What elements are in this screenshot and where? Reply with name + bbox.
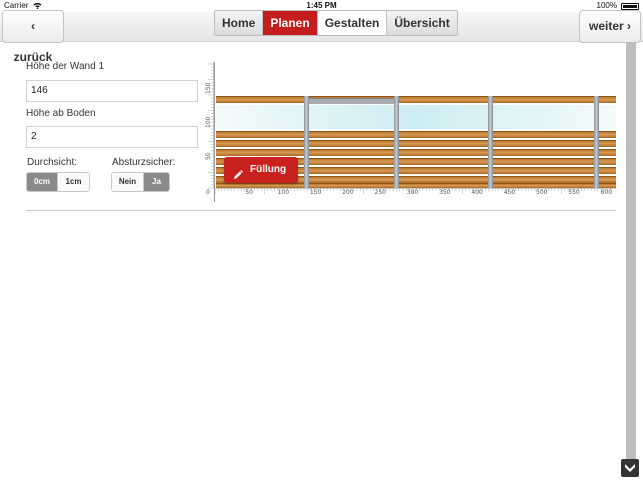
y-tick-50: 50 (205, 152, 212, 160)
fence-post (488, 96, 493, 188)
scroll-down-button[interactable] (621, 459, 639, 477)
x-tick-label: 350 (439, 189, 451, 196)
transparency-option-0cm[interactable]: 0cm (27, 173, 58, 191)
wall-height-label: Höhe der Wand 1 (26, 61, 105, 72)
fall-protection-option-nein[interactable]: Nein (112, 173, 144, 191)
x-tick-label: 150 (309, 189, 322, 196)
next-button[interactable]: weiter › (579, 10, 641, 43)
fence-board (216, 140, 616, 147)
fall-protection-option-ja[interactable]: Ja (144, 173, 169, 191)
glass-panel (216, 105, 616, 129)
x-tick-label: 300 (406, 189, 419, 196)
tab-home[interactable]: Home (215, 11, 264, 35)
tab-gestalten[interactable]: Gestalten (317, 11, 388, 35)
y-tick-150: 150 (205, 82, 212, 94)
navigation-bar: ‹ zurück Home Planen Gestalten Übersicht… (0, 10, 643, 64)
main-tabs: Home Planen Gestalten Übersicht (214, 10, 458, 36)
tab-uebersicht[interactable]: Übersicht (387, 11, 457, 35)
fence-board (216, 183, 616, 188)
scrollbar[interactable] (626, 42, 636, 474)
wall-height-field[interactable]: 146 (26, 80, 198, 102)
chevron-down-icon (625, 464, 635, 472)
fill-button[interactable]: Füllung (224, 157, 298, 183)
back-button[interactable]: ‹ zurück (2, 10, 64, 64)
fill-button-label: Füllung (250, 164, 287, 175)
fence-post (594, 96, 599, 188)
x-tick-label: 50 (245, 189, 253, 196)
fall-protection-label: Absturzsicher: (112, 157, 176, 168)
vertical-ruler: 150 100 50 (199, 62, 215, 202)
x-tick-label: 450 (503, 189, 516, 196)
x-tick-label: 600 (600, 189, 613, 196)
floor-height-label: Höhe ab Boden (26, 108, 96, 119)
option-toggles: Durchsicht: 0cm 1cm Absturzsicher: Nein … (26, 156, 198, 206)
fence-post (304, 96, 309, 188)
x-tick-label: 500 (536, 189, 548, 196)
wall-settings-form: Höhe der Wand 1 146 Höhe ab Boden 2 Durc… (26, 60, 198, 206)
fence-post (394, 96, 399, 188)
fence-board (216, 149, 616, 156)
x-tick-label: 250 (374, 189, 386, 196)
x-tick-label: 550 (568, 189, 580, 196)
floor-height-field[interactable]: 2 (26, 126, 198, 148)
fence-board (216, 131, 616, 138)
transparency-option-1cm[interactable]: 1cm (58, 173, 89, 191)
battery-icon (621, 3, 639, 10)
fall-protection-toggle: Nein Ja (111, 172, 170, 192)
x-tick-label: 0 (206, 189, 210, 196)
x-tick-label: 400 (471, 189, 483, 196)
y-tick-100: 100 (205, 116, 212, 128)
horizontal-ruler: 0 50 100 150 200 250 300 350 400 450 500 550 600 (206, 188, 616, 202)
tab-planen[interactable]: Planen (263, 11, 318, 35)
x-tick-label: 100 (277, 189, 290, 196)
transparency-label: Durchsicht: (27, 157, 78, 168)
fence-board (216, 96, 616, 103)
pencil-icon (233, 165, 243, 179)
x-tick-label: 200 (342, 189, 354, 196)
transparency-toggle: 0cm 1cm (26, 172, 90, 192)
section-divider (26, 210, 616, 211)
top-rail (308, 98, 396, 104)
